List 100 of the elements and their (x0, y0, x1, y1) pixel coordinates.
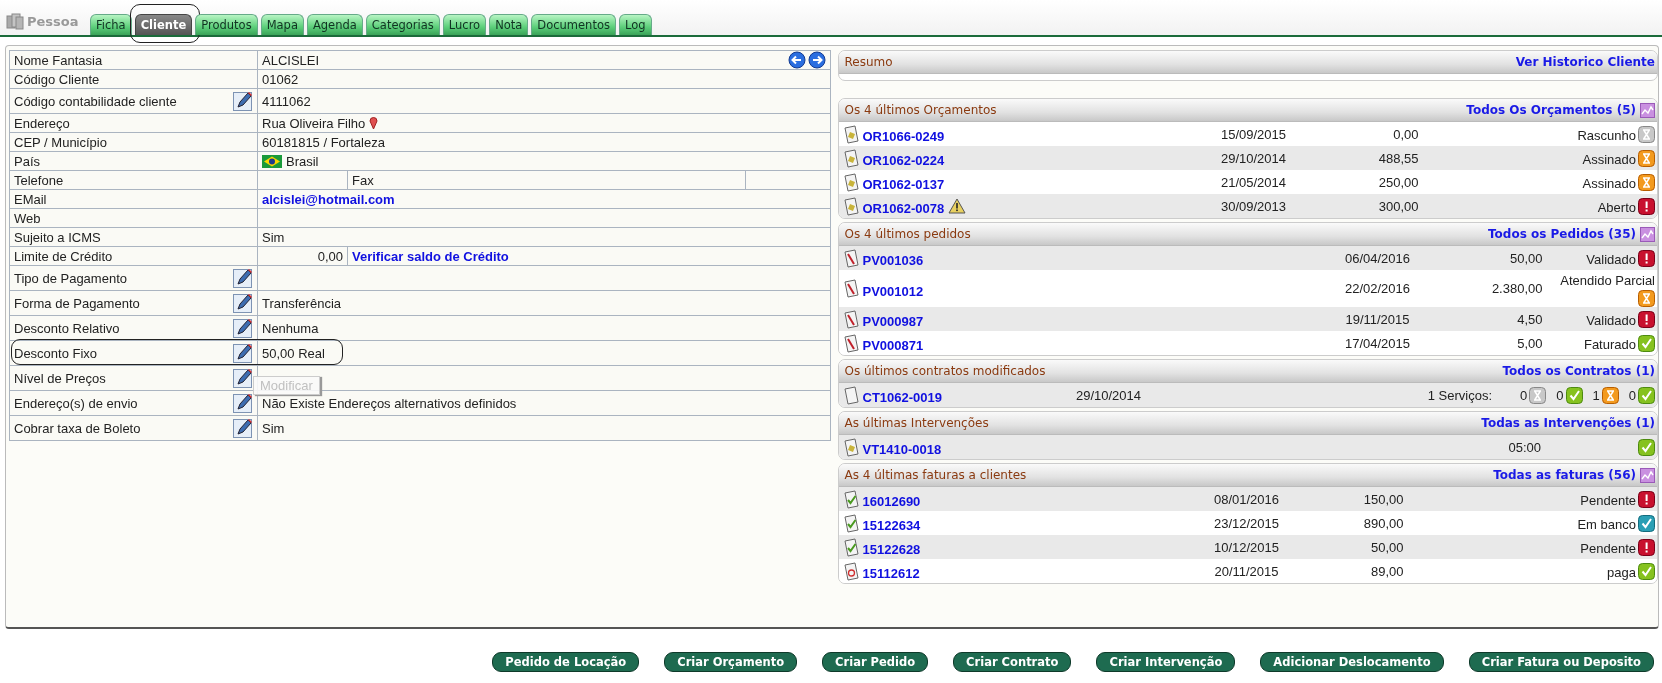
action-button[interactable]: Adicionar Deslocamento (1260, 652, 1444, 672)
action-button[interactable]: Pedido de Locação (492, 652, 640, 672)
document-link[interactable]: 16012690 (862, 489, 921, 509)
tab[interactable]: Lucro (442, 14, 487, 35)
document-link[interactable]: 15122628 (862, 537, 921, 557)
field-value: Nenhuma (262, 320, 319, 336)
edit-icon[interactable] (233, 368, 253, 388)
date: 10/12/2015 (1212, 539, 1281, 555)
edit-icon[interactable] (233, 293, 253, 313)
edit-icon[interactable] (233, 318, 253, 338)
next-icon[interactable] (808, 51, 826, 69)
field-value: Brasil (286, 153, 319, 169)
field-value: 50,00 Real (262, 345, 325, 361)
date: 06/04/2016 (1343, 250, 1412, 266)
panel-link[interactable]: Todos os Contratos (1) (1502, 364, 1655, 378)
tab[interactable]: Nota (489, 14, 529, 35)
tab[interactable]: Mapa (260, 14, 304, 35)
field-value: ALCISLEI (262, 52, 320, 68)
panel-link[interactable]: Todos os Pedidos (35) (1488, 227, 1636, 241)
folders-icon (6, 12, 24, 30)
date: 15/09/2015 (1219, 126, 1288, 142)
field-label: Fax (352, 172, 374, 188)
document-link[interactable]: 15122634 (862, 513, 921, 533)
field-label: País (14, 153, 40, 169)
document-link[interactable]: VT1410-0018 (862, 437, 942, 457)
panel-link[interactable]: Todas as Intervenções (1) (1481, 416, 1655, 430)
amount: 50,00 (1508, 250, 1543, 266)
document-link[interactable]: PV001036 (862, 248, 924, 268)
field-label: Desconto Relativo (14, 320, 120, 336)
date: 21/05/2014 (1219, 174, 1288, 190)
status-label: Assinado (1582, 175, 1636, 191)
previous-icon[interactable] (788, 51, 806, 69)
field-label: Tipo de Pagamento (14, 270, 127, 286)
field-label: Limite de Crédito (14, 248, 113, 264)
field-label: CEP / Município (14, 134, 107, 150)
action-button[interactable]: Criar Fatura ou Deposito (1468, 652, 1654, 672)
document-link[interactable]: CT1062-0019 (862, 385, 942, 405)
panel-link[interactable]: Todas as faturas (56) (1493, 468, 1636, 482)
document-link[interactable]: PV001012 (862, 278, 924, 299)
tab[interactable]: Categorias (365, 14, 440, 35)
document-link[interactable]: 15112612 (862, 561, 920, 581)
amount: 150,00 (1362, 491, 1404, 507)
field-value: Sim (262, 420, 285, 436)
field-label: Sujeito a ICMS (14, 229, 101, 245)
amount: 50,00 (1369, 539, 1404, 555)
document-link[interactable]: PV000987 (862, 309, 924, 329)
action-button[interactable]: Criar Orçamento (664, 652, 798, 672)
document-link[interactable]: OR1062-0078 (862, 196, 945, 216)
tab[interactable]: Produtos (195, 14, 258, 35)
field-value: 0,00 (317, 248, 343, 264)
status-label: Pendente (1580, 540, 1636, 556)
status-label: Validado (1586, 251, 1636, 267)
document-link[interactable]: OR1066-0249 (862, 124, 945, 144)
date: 30/09/2013 (1219, 198, 1288, 214)
tab[interactable]: Ficha (90, 14, 132, 35)
edit-icon[interactable] (233, 268, 253, 288)
tab[interactable]: Log (618, 14, 652, 35)
tab[interactable]: Cliente (134, 14, 193, 35)
field-label: Código contabilidade cliente (14, 93, 177, 109)
tooltip: Modificar (253, 376, 320, 395)
page-title: Pessoa (27, 13, 79, 29)
status-label: Rascunho (1577, 127, 1636, 143)
chart-icon[interactable] (1640, 102, 1655, 118)
panel-title: Os 4 últimos Orçamentos (844, 103, 997, 117)
status-label: Aberto (1597, 199, 1636, 215)
document-link[interactable]: OR1062-0137 (862, 172, 945, 192)
panel-title: Os 4 últimos pedidos (844, 227, 971, 241)
status-label: Assinado (1582, 151, 1636, 167)
tab[interactable]: Documentos (531, 14, 616, 35)
date: 29/10/2014 (1219, 150, 1288, 166)
amount: 890,00 (1362, 515, 1404, 531)
chart-icon[interactable] (1640, 226, 1655, 242)
panel-link[interactable]: Ver Historico Cliente (1515, 55, 1655, 69)
action-button[interactable]: Criar Contrato (953, 652, 1072, 672)
tab[interactable]: Agenda (306, 14, 363, 35)
date: 23/12/2015 (1212, 515, 1281, 531)
email-link[interactable]: alcislei@hotmail.com (262, 191, 395, 207)
document-link[interactable]: OR1062-0224 (862, 148, 945, 168)
map-pin-icon (369, 116, 379, 130)
status-label: Em banco (1577, 516, 1636, 532)
amount: 2.380,00 (1490, 281, 1543, 296)
panel-link[interactable]: Todos Os Orçamentos (5) (1466, 103, 1636, 117)
amount: 300,00 (1377, 198, 1419, 214)
edit-icon[interactable] (233, 393, 253, 413)
edit-icon[interactable] (233, 343, 253, 363)
action-button[interactable]: Criar Pedido (822, 652, 929, 672)
panel-title: Resumo (844, 55, 893, 69)
action-button[interactable]: Criar Intervenção (1096, 652, 1236, 672)
field-label: Forma de Pagamento (14, 295, 140, 311)
edit-icon[interactable] (233, 91, 253, 111)
field-label: Web (14, 210, 41, 226)
field-value: 01062 (262, 71, 299, 87)
field-value: Transferência (262, 295, 341, 311)
field-label: Telefone (14, 172, 64, 188)
document-link[interactable]: PV000871 (862, 333, 924, 353)
edit-icon[interactable] (233, 418, 253, 438)
chart-icon[interactable] (1640, 467, 1655, 483)
field-label: Cobrar taxa de Boleto (14, 420, 141, 436)
status-label: Atendido Parcial (1560, 272, 1655, 288)
field-label: Endereço (14, 115, 70, 131)
